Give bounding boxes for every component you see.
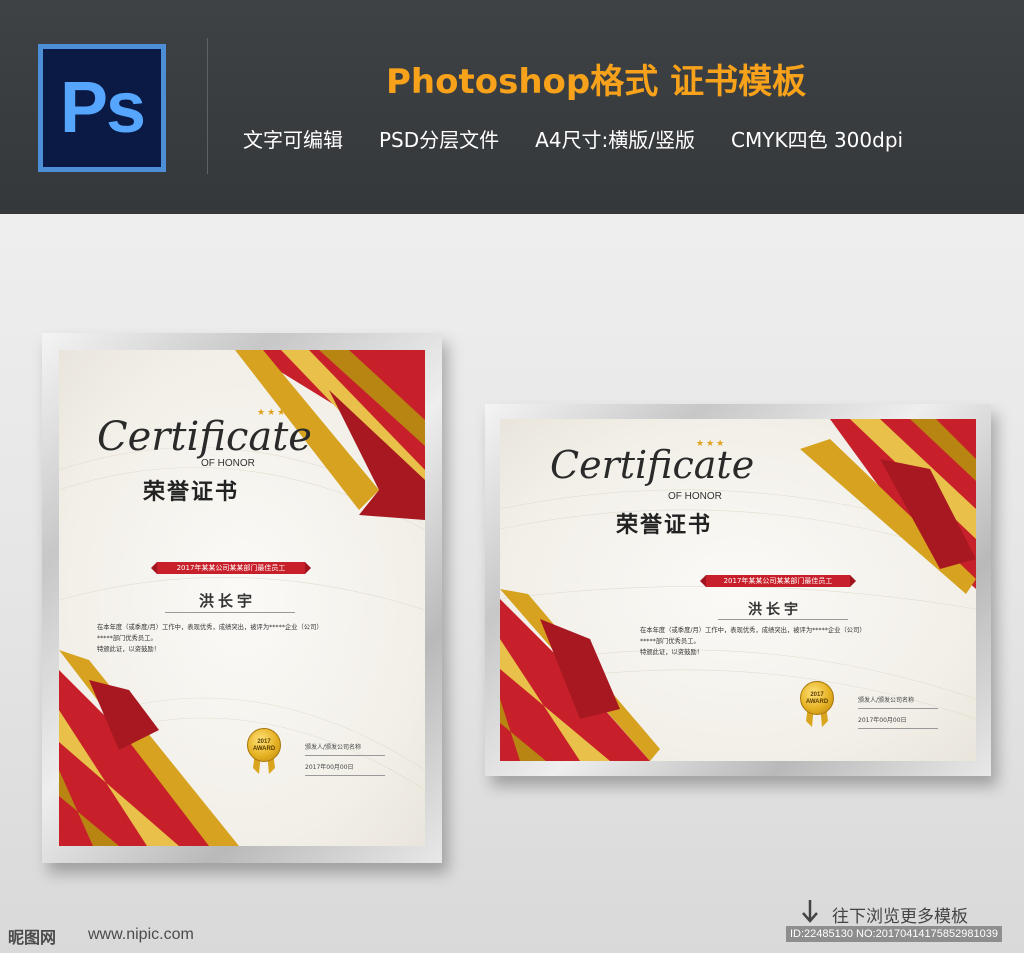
certificate-body: 在本年度（或季度/月）工作中，表现优秀，成绩突出，被评为*****企业（公司） … <box>640 625 866 658</box>
body-line: *****部门优秀员工。 <box>640 638 700 646</box>
name-underline <box>165 612 295 613</box>
signer-name: 颁发人/颁发公司名称 <box>858 695 938 709</box>
banner-title: Photoshop格式 证书模板 <box>386 62 807 102</box>
portrait-certificate-frame: ★★★ Certificate OF HONOR 荣誉证书 2017年某某公司某… <box>42 333 442 863</box>
body-line: 特颁此证，以资鼓励！ <box>97 646 160 654</box>
award-ribbon: 2017年某某公司某某部门最佳员工 <box>700 575 856 587</box>
signer-block: 颁发人/颁发公司名称 2017年00月00日 <box>858 695 938 729</box>
award-seal-icon: 2017 AWARD <box>247 728 281 776</box>
body-line: 在本年度（或季度/月）工作中，表现优秀，成绩突出，被评为*****企业（公司） <box>640 627 866 634</box>
recipient-name: 洪长宇 <box>748 602 802 618</box>
issue-date: 2017年00月00日 <box>858 709 938 729</box>
recipient-name: 洪长宇 <box>199 592 257 610</box>
banner-divider <box>207 38 208 174</box>
seal-label: AWARD <box>805 699 829 705</box>
body-line: *****部门优秀员工。 <box>97 635 157 643</box>
of-honor-label: OF HONOR <box>201 458 255 469</box>
seal-year: 2017 <box>257 739 271 745</box>
header-banner: Ps Photoshop格式 证书模板 文字可编辑 PSD分层文件 A4尺寸:横… <box>0 0 1024 214</box>
of-honor-label: OF HONOR <box>668 491 722 502</box>
certificate-cn-title: 荣誉证书 <box>143 480 240 505</box>
feature-a4-size: A4尺寸:横版/竖版 <box>535 128 696 152</box>
landscape-certificate-frame: ★★★ Certificate OF HONOR 荣誉证书 2017年某某公司某… <box>485 404 991 776</box>
photoshop-logo-text: Ps <box>59 68 146 148</box>
feature-cmyk: CMYK四色 300dpi <box>731 128 904 152</box>
award-ribbon: 2017年某某公司某某部门最佳员工 <box>151 562 311 574</box>
seal-year: 2017 <box>810 692 824 698</box>
landscape-certificate: ★★★ Certificate OF HONOR 荣誉证书 2017年某某公司某… <box>500 419 976 761</box>
certificate-script-title: Certificate <box>550 443 755 487</box>
photoshop-logo-icon: Ps <box>38 44 166 172</box>
nipic-url-link[interactable]: www.nipic.com <box>88 926 194 944</box>
banner-features: 文字可编辑 PSD分层文件 A4尺寸:横版/竖版 CMYK四色 300dpi <box>243 124 1003 153</box>
arrow-down-icon <box>802 900 818 923</box>
portrait-certificate: ★★★ Certificate OF HONOR 荣誉证书 2017年某某公司某… <box>59 350 425 846</box>
nipic-logo: 昵图网 <box>8 928 57 947</box>
image-id-watermark: ID:22485130 NO:20170414175852981039 <box>786 926 1002 942</box>
feature-psd-layers: PSD分层文件 <box>379 128 500 152</box>
body-line: 特颁此证，以资鼓励！ <box>640 649 703 657</box>
award-seal-icon: 2017 AWARD <box>800 681 834 729</box>
body-line: 在本年度（或季度/月）工作中，表现优秀，成绩突出，被评为*****企业（公司） <box>97 624 323 631</box>
issue-date: 2017年00月00日 <box>305 756 385 776</box>
certificate-script-title: Certificate <box>97 414 312 460</box>
certificate-body: 在本年度（或季度/月）工作中，表现优秀，成绩突出，被评为*****企业（公司） … <box>97 622 323 655</box>
seal-label: AWARD <box>252 746 276 752</box>
signer-block: 颁发人/颁发公司名称 2017年00月00日 <box>305 742 385 776</box>
signer-name: 颁发人/颁发公司名称 <box>305 742 385 756</box>
name-underline <box>718 619 848 620</box>
certificate-cn-title: 荣誉证书 <box>616 513 713 538</box>
browse-more-link[interactable]: 往下浏览更多模板 <box>832 902 968 927</box>
feature-editable-text: 文字可编辑 <box>243 128 343 152</box>
